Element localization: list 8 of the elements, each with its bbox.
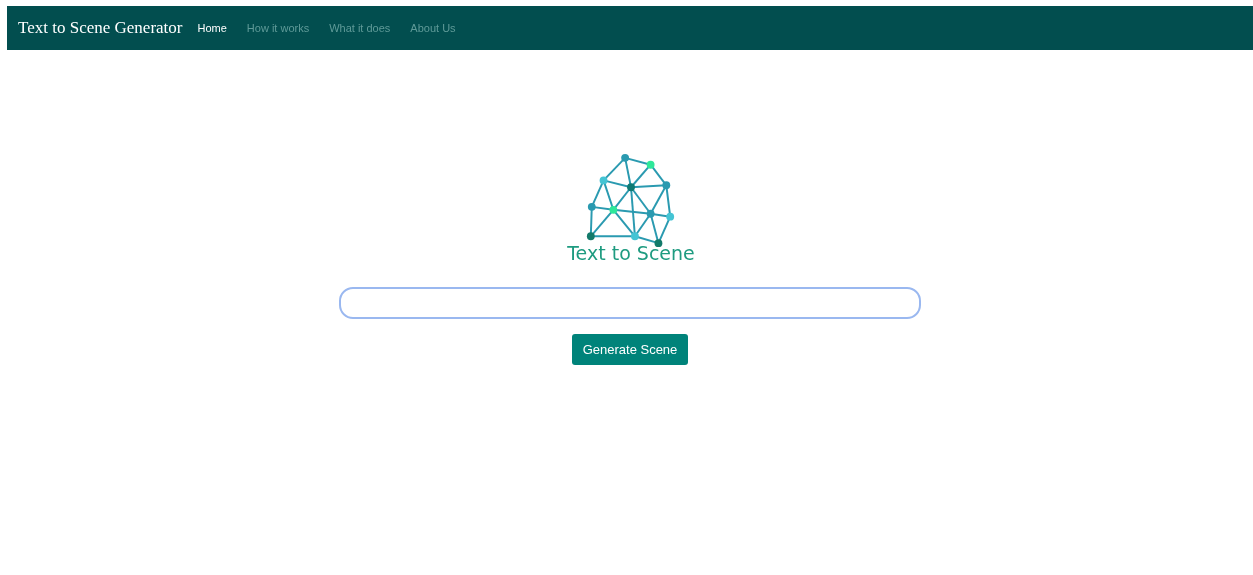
nav-link[interactable]: Home — [197, 19, 227, 37]
scene-text-field[interactable] — [339, 287, 921, 319]
nav-link[interactable]: What it does — [329, 19, 391, 37]
logo-caption: Text to Scene — [567, 244, 695, 263]
brand-link[interactable]: Text to Scene Generator — [18, 15, 183, 41]
generate-scene-button[interactable]: Generate Scene — [571, 334, 689, 365]
nav-link[interactable]: About Us — [410, 19, 456, 37]
nav-link[interactable]: How it works — [246, 19, 310, 37]
